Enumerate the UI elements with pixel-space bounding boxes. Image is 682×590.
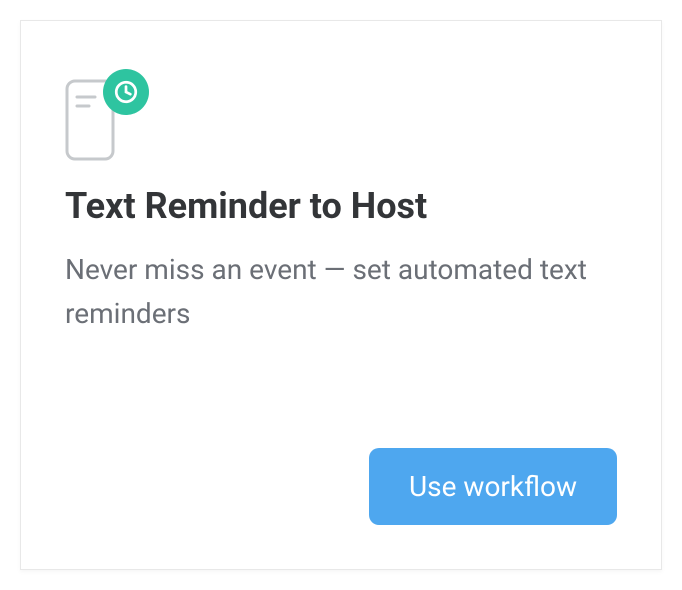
button-row: Use workflow	[65, 448, 617, 525]
card-description: Never miss an event — set automated text…	[65, 248, 617, 335]
clock-icon	[113, 79, 139, 105]
use-workflow-button[interactable]: Use workflow	[369, 448, 617, 525]
card-title: Text Reminder to Host	[65, 185, 617, 228]
workflow-card: Text Reminder to Host Never miss an even…	[20, 20, 662, 570]
card-icon	[65, 69, 137, 161]
clock-badge	[103, 69, 149, 115]
